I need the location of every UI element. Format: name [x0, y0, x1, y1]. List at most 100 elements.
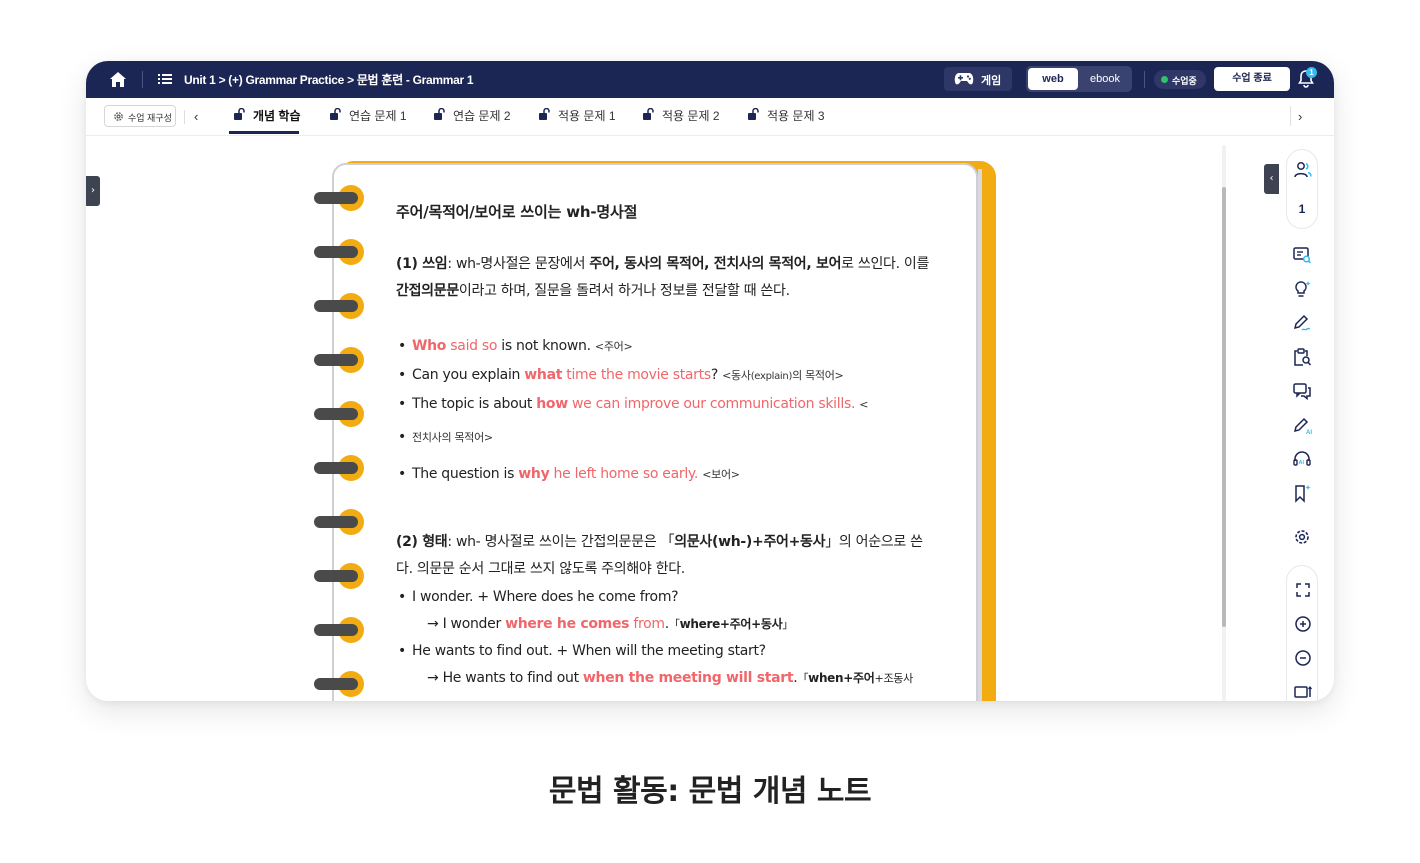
tab-label: 연습 문제 1: [349, 109, 407, 123]
text: : wh- 명사절로 쓰이는 간접의문문은 「: [447, 534, 675, 550]
binder-ring: [314, 239, 368, 265]
gamepad-icon: [954, 73, 974, 85]
divider: [142, 71, 143, 88]
participants-group: 1: [1286, 149, 1318, 229]
binder-ring: [314, 455, 368, 481]
role-note: 전치사의 목적어>: [412, 431, 493, 444]
game-button[interactable]: 게임: [944, 67, 1012, 91]
view-controls-group: [1286, 565, 1318, 701]
binder-ring: [314, 347, 368, 373]
list-icon[interactable]: [158, 72, 172, 86]
divider: [184, 110, 185, 124]
reconfigure-class-button[interactable]: 수업 재구성: [104, 105, 176, 127]
ai-headset-icon[interactable]: AI: [1292, 449, 1312, 469]
view-mode-toggle: web ebook: [1026, 66, 1132, 92]
tab-label: 개념 학습: [253, 109, 301, 123]
fit-width-icon[interactable]: [1293, 682, 1313, 701]
tools-group: AI AI: [1286, 237, 1318, 553]
tab-label: 연습 문제 2: [453, 109, 511, 123]
unlock-icon: [539, 108, 550, 120]
role-note: <보어>: [702, 468, 740, 481]
formula-text: where: [679, 617, 721, 631]
tab-label: 적용 문제 3: [767, 109, 825, 123]
role-note: <주어>: [594, 340, 633, 353]
text: I wonder. + Where does he come from?: [412, 589, 679, 605]
lightbulb-icon[interactable]: [1292, 279, 1312, 299]
text: → I wonder: [427, 616, 506, 632]
status-dot-icon: [1161, 76, 1168, 83]
formula-bracket: 「: [668, 618, 680, 631]
binder-ring: [314, 671, 368, 697]
example-item: The question is why he left home so earl…: [398, 466, 740, 482]
clipboard-search-icon[interactable]: [1292, 347, 1312, 367]
gear-icon: [114, 112, 123, 121]
role-note: (explain): [750, 371, 793, 382]
bookmark-sparkle-icon[interactable]: [1292, 483, 1312, 503]
pen-icon[interactable]: [1292, 313, 1312, 333]
usage-paragraph: (1) 쓰임: wh-명사절은 문장에서 주어, 동사의 목적어, 전치사의 목…: [396, 251, 936, 305]
fullscreen-icon[interactable]: [1293, 580, 1313, 600]
end-class-button[interactable]: 수업 종료: [1214, 67, 1290, 91]
example-answer: → He wants to find out when the meeting …: [427, 669, 913, 686]
divider: [1290, 106, 1291, 126]
mode-ebook-button[interactable]: ebook: [1080, 68, 1130, 90]
reconfigure-label: 수업 재구성: [128, 113, 172, 123]
mode-web-button[interactable]: web: [1028, 68, 1078, 90]
left-panel-toggle[interactable]: ›: [86, 176, 100, 206]
bold-text: 의문사(wh-)+주어+동사: [674, 534, 826, 550]
users-icon[interactable]: [1293, 160, 1313, 180]
formula-text: +주어+동사: [719, 617, 783, 631]
chat-icon[interactable]: [1292, 381, 1312, 401]
formula-text: +조동사: [874, 672, 914, 685]
status-badge: 수업중: [1154, 70, 1206, 89]
zoom-out-icon[interactable]: [1293, 648, 1313, 668]
formula-text: when: [808, 671, 844, 685]
bold-text: 간접의문문: [396, 283, 459, 299]
unlock-icon: [643, 108, 654, 120]
text: : wh-명사절은 문장에서: [447, 256, 590, 272]
highlight-text: from: [629, 616, 665, 632]
wh-word: how: [536, 396, 568, 412]
top-bar: Unit 1 > (+) Grammar Practice > 문법 훈련 - …: [86, 61, 1334, 98]
highlight-text: said so: [446, 338, 498, 354]
wh-word: Who: [412, 338, 447, 354]
game-label: 게임: [981, 75, 1002, 87]
text: 로 쓰인다. 이를: [841, 256, 930, 272]
participant-count: 1: [1298, 202, 1306, 216]
form-paragraph: (2) 형태: wh- 명사절로 쓰이는 간접의문문은 「의문사(wh-)+주어…: [396, 529, 936, 583]
text: He wants to find out. + When will the me…: [412, 643, 766, 659]
formula-text: +주어: [843, 671, 875, 685]
example-item: Can you explain what time the movie star…: [398, 367, 844, 383]
breadcrumb: Unit 1 > (+) Grammar Practice > 문법 훈련 - …: [184, 73, 474, 87]
unlock-icon: [748, 108, 759, 120]
svg-text:AI: AI: [1299, 460, 1305, 466]
wh-clause: where he comes: [505, 616, 630, 632]
status-label: 수업중: [1172, 76, 1197, 86]
settings-gear-icon[interactable]: [1292, 527, 1312, 547]
section-lead: (2) 형태: [396, 534, 448, 550]
example-item: Who said so is not known. <주어>: [398, 338, 633, 354]
text: is not known.: [497, 338, 591, 354]
highlight-text: time the movie starts: [562, 367, 711, 383]
caption: 문법 활동: 문법 개념 노트: [548, 774, 872, 809]
bold-text: 주어, 동사의 목적어, 전치사의 목적어, 보어: [589, 256, 842, 272]
ai-pen-icon[interactable]: AI: [1292, 415, 1312, 435]
example-answer: → I wonder where he comes from.「where+주어…: [427, 615, 793, 632]
wh-word: why: [518, 466, 550, 482]
notification-badge: 1: [1306, 67, 1317, 78]
chevron-right-icon[interactable]: ›: [1298, 109, 1302, 124]
formula-bracket: 「: [797, 672, 809, 685]
highlight-text: we can improve our communication skills.: [567, 396, 856, 412]
tab-bar: 수업 재구성 ‹ 개념 학습 연습 문제 1 연습 문제 2 적용 문제 1 적…: [86, 98, 1334, 136]
chevron-left-icon[interactable]: ‹: [194, 109, 198, 124]
binder-ring: [314, 185, 368, 211]
zoom-in-icon[interactable]: [1293, 614, 1313, 634]
home-icon[interactable]: [108, 70, 128, 90]
search-content-icon[interactable]: [1292, 245, 1312, 265]
right-panel-toggle[interactable]: ‹: [1264, 164, 1279, 194]
example-item-continued: 전치사의 목적어>: [398, 429, 493, 445]
scrollbar-thumb[interactable]: [1222, 187, 1226, 627]
highlight-text: he left home so early.: [549, 466, 699, 482]
unlock-icon: [330, 108, 341, 120]
svg-text:AI: AI: [1306, 430, 1312, 435]
